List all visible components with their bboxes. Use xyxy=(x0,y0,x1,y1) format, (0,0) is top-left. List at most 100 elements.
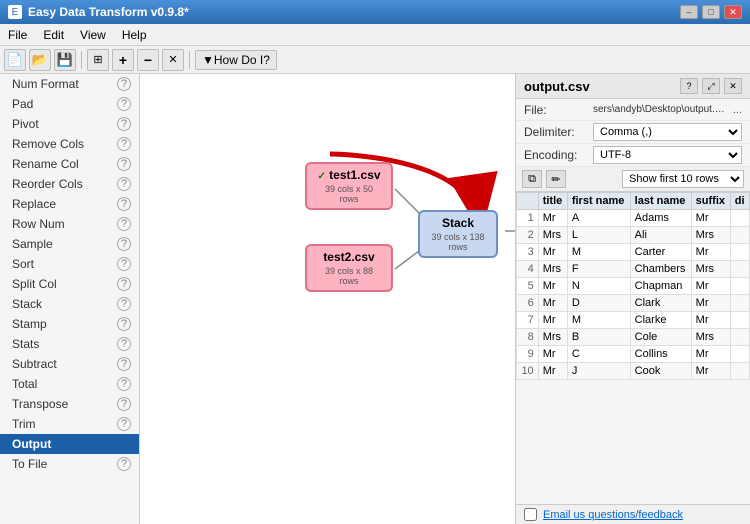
help-icon-pivot[interactable]: ? xyxy=(117,117,131,131)
sidebar-item-stack[interactable]: Stack ? xyxy=(0,294,139,314)
node-test2-label: test2.csv xyxy=(315,250,383,264)
help-icon-transpose[interactable]: ? xyxy=(117,397,131,411)
menu-help[interactable]: Help xyxy=(118,26,151,44)
cell-di xyxy=(730,244,749,261)
cell-lastname: Ali xyxy=(630,227,691,244)
cell-title: Mr xyxy=(538,346,567,363)
help-icon-numformat[interactable]: ? xyxy=(117,77,131,91)
table-row: 2 Mrs L Ali Mrs xyxy=(517,227,750,244)
feedback-link[interactable]: Email us questions/feedback xyxy=(543,509,683,521)
sidebar-item-tofile[interactable]: To File ? xyxy=(0,454,139,474)
cell-di xyxy=(730,312,749,329)
help-icon-reordercols[interactable]: ? xyxy=(117,177,131,191)
help-icon-removecols[interactable]: ? xyxy=(117,137,131,151)
sidebar-item-renamecol[interactable]: Rename Col ? xyxy=(0,154,139,174)
node-test2[interactable]: test2.csv 39 cols x 88 rows xyxy=(305,244,393,292)
help-icon-stack[interactable]: ? xyxy=(117,297,131,311)
menu-view[interactable]: View xyxy=(76,26,110,44)
col-header-suffix: suffix xyxy=(691,193,730,210)
sidebar-item-reordercols[interactable]: Reorder Cols ? xyxy=(0,174,139,194)
help-icon-trim[interactable]: ? xyxy=(117,417,131,431)
save-button[interactable]: 💾 xyxy=(54,49,76,71)
close-button[interactable]: ✕ xyxy=(724,5,742,19)
copy-table-button[interactable]: ⧉ xyxy=(522,170,542,188)
node-stack[interactable]: Stack 39 cols x 138 rows xyxy=(418,210,498,258)
delimiter-label: Delimiter: xyxy=(524,125,589,139)
sidebar-item-stamp[interactable]: Stamp ? xyxy=(0,314,139,334)
zoom-out-button[interactable]: − xyxy=(137,49,159,71)
row-num: 4 xyxy=(517,261,539,278)
help-icon-rownum[interactable]: ? xyxy=(117,217,131,231)
sidebar-item-rownum[interactable]: Row Num ? xyxy=(0,214,139,234)
sidebar-item-output[interactable]: Output xyxy=(0,434,139,454)
help-icon-splitcol[interactable]: ? xyxy=(117,277,131,291)
sidebar-item-replace[interactable]: Replace ? xyxy=(0,194,139,214)
table-row: 10 Mr J Cook Mr xyxy=(517,363,750,380)
open-button[interactable]: 📂 xyxy=(29,49,51,71)
sidebar-item-removecols[interactable]: Remove Cols ? xyxy=(0,134,139,154)
encoding-select[interactable]: UTF-8 Latin-1 xyxy=(593,146,742,164)
help-icon-replace[interactable]: ? xyxy=(117,197,131,211)
help-icon-tofile[interactable]: ? xyxy=(117,457,131,471)
main-container: Num Format ? Pad ? Pivot ? Remove Cols ?… xyxy=(0,74,750,524)
row-num: 1 xyxy=(517,210,539,227)
panel-help-button[interactable]: ? xyxy=(680,78,698,94)
rows-select[interactable]: Show first 10 rows Show first 100 rows S… xyxy=(622,170,744,188)
cell-suffix: Mr xyxy=(691,312,730,329)
help-icon-subtract[interactable]: ? xyxy=(117,357,131,371)
new-button[interactable]: 📄 xyxy=(4,49,26,71)
help-icon-stats[interactable]: ? xyxy=(117,337,131,351)
table-row: 4 Mrs F Chambers Mrs xyxy=(517,261,750,278)
sidebar-item-stats[interactable]: Stats ? xyxy=(0,334,139,354)
panel-close-button[interactable]: ✕ xyxy=(724,78,742,94)
col-header-lastname: last name xyxy=(630,193,691,210)
edit-table-button[interactable]: ✏ xyxy=(546,170,566,188)
cell-title: Mr xyxy=(538,244,567,261)
minimize-button[interactable]: – xyxy=(680,5,698,19)
sidebar-item-transpose[interactable]: Transpose ? xyxy=(0,394,139,414)
right-panel: output.csv ? ⤢ ✕ File: sers\andyb\Deskto… xyxy=(515,74,750,524)
help-icon-sort[interactable]: ? xyxy=(117,257,131,271)
row-num: 2 xyxy=(517,227,539,244)
node-test1[interactable]: ✓ test1.csv 39 cols x 50 rows xyxy=(305,162,393,210)
maximize-button[interactable]: □ xyxy=(702,5,720,19)
panel-controls: ? ⤢ ✕ xyxy=(680,78,742,94)
feedback-checkbox[interactable] xyxy=(524,508,537,521)
how-do-i-button[interactable]: ▼How Do I? xyxy=(195,50,277,70)
cell-title: Mrs xyxy=(538,227,567,244)
help-icon-total[interactable]: ? xyxy=(117,377,131,391)
sidebar-item-splitcol[interactable]: Split Col ? xyxy=(0,274,139,294)
sidebar-item-trim[interactable]: Trim ? xyxy=(0,414,139,434)
cell-firstname: D xyxy=(567,295,630,312)
app-title: Easy Data Transform v0.9.8* xyxy=(28,5,189,19)
panel-expand-button[interactable]: ⤢ xyxy=(702,78,720,94)
close-tab-button[interactable]: ✕ xyxy=(162,49,184,71)
menu-edit[interactable]: Edit xyxy=(39,26,68,44)
delimiter-select[interactable]: Comma (,) Tab Semicolon (;) xyxy=(593,123,742,141)
file-browse-btn[interactable]: ... xyxy=(733,104,742,116)
help-icon-stamp[interactable]: ? xyxy=(117,317,131,331)
title-bar: E Easy Data Transform v0.9.8* – □ ✕ xyxy=(0,0,750,24)
encoding-row: Encoding: UTF-8 Latin-1 xyxy=(516,144,750,167)
canvas-area[interactable]: ✓ test1.csv 39 cols x 50 rows test2.csv … xyxy=(140,74,515,524)
sidebar-item-subtract[interactable]: Subtract ? xyxy=(0,354,139,374)
help-icon-pad[interactable]: ? xyxy=(117,97,131,111)
help-icon-renamecol[interactable]: ? xyxy=(117,157,131,171)
sidebar-item-sample[interactable]: Sample ? xyxy=(0,234,139,254)
node-test1-info: 39 cols x 50 rows xyxy=(315,184,383,204)
sidebar-item-total[interactable]: Total ? xyxy=(0,374,139,394)
data-table-container[interactable]: title first name last name suffix di 1 M… xyxy=(516,192,750,504)
cell-lastname: Cook xyxy=(630,363,691,380)
cell-di xyxy=(730,363,749,380)
menu-file[interactable]: File xyxy=(4,26,31,44)
table-row: 6 Mr D Clark Mr xyxy=(517,295,750,312)
sidebar-item-numformat[interactable]: Num Format ? xyxy=(0,74,139,94)
sidebar-item-sort[interactable]: Sort ? xyxy=(0,254,139,274)
node-test2-info: 39 cols x 88 rows xyxy=(315,266,383,286)
sidebar-item-pivot[interactable]: Pivot ? xyxy=(0,114,139,134)
zoom-fit-button[interactable]: ⊞ xyxy=(87,49,109,71)
sidebar-item-pad[interactable]: Pad ? xyxy=(0,94,139,114)
zoom-in-button[interactable]: + xyxy=(112,49,134,71)
cell-firstname: M xyxy=(567,312,630,329)
help-icon-sample[interactable]: ? xyxy=(117,237,131,251)
